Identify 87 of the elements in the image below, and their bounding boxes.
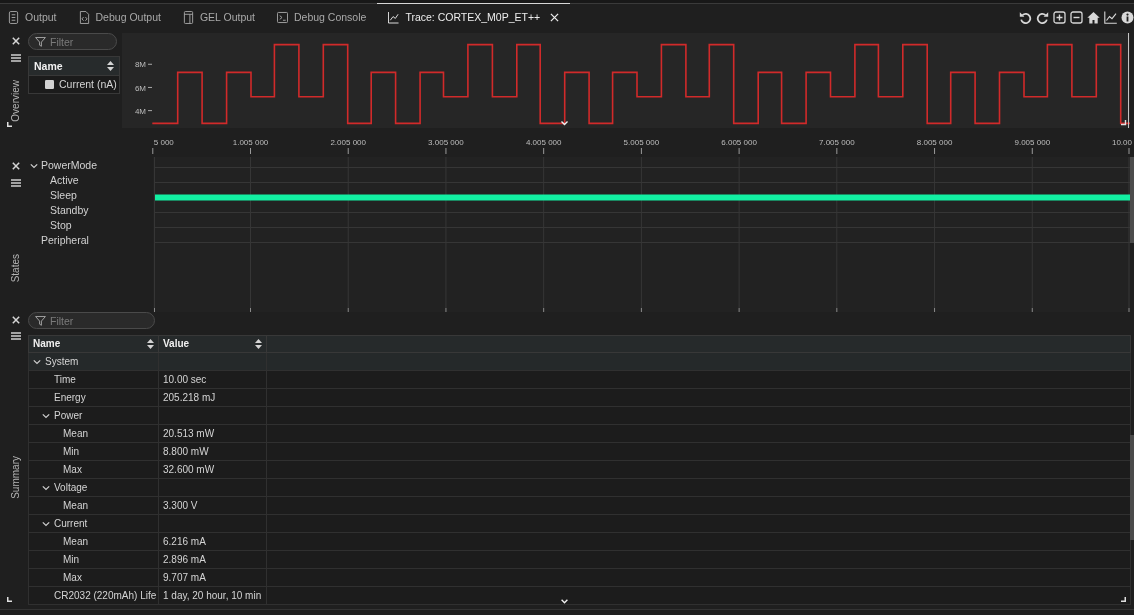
panel-title: Summary [9, 456, 22, 499]
tree-label: System [45, 355, 79, 368]
redo-icon[interactable] [1036, 11, 1049, 24]
tree-label: Energy [54, 391, 86, 404]
info-icon[interactable] [1121, 11, 1134, 24]
tab[interactable]: Trace: CORTEX_M0P_ET++ [377, 3, 571, 31]
axis-label: 8.005 000 [916, 138, 953, 147]
tab[interactable]: GEL Output [171, 3, 266, 31]
tree-label: Stop [50, 219, 72, 232]
close-icon[interactable] [550, 13, 560, 22]
close-icon[interactable] [11, 162, 20, 170]
menu-icon[interactable] [10, 332, 21, 340]
tree-label: CR2032 (220mAh) Life [54, 589, 157, 602]
axis-label: 4M [134, 106, 146, 116]
chevron-down-icon[interactable] [560, 120, 569, 126]
tree-label: Mean [63, 499, 88, 512]
range-marker[interactable] [1128, 32, 1129, 129]
tree-label: Max [63, 571, 82, 584]
axis-label: 4.005 000 [525, 138, 562, 147]
tab[interactable]: Debug Console [266, 3, 378, 31]
tree-label: Standby [50, 204, 89, 217]
axis-label: 10.00 [1111, 138, 1132, 147]
tree-label: Peripheral [41, 234, 89, 247]
tree-label: Active [50, 174, 79, 187]
document-icon [8, 11, 19, 24]
sort-icon[interactable] [147, 339, 154, 349]
home-icon[interactable] [1087, 11, 1100, 24]
axis-label: 7.005 000 [819, 138, 855, 147]
panel-title: Overview [9, 80, 22, 122]
axis-label: 5 000 [153, 138, 174, 147]
line-chart-icon[interactable] [1104, 11, 1117, 24]
corner-icon[interactable] [7, 597, 12, 602]
tree-label: Min [63, 445, 80, 458]
window-icon [182, 11, 194, 24]
axis-label: 5.005 000 [623, 138, 660, 147]
scrollbar[interactable] [1130, 435, 1134, 540]
axis-label: 6.005 000 [721, 138, 757, 147]
axis-label: 2.005 000 [330, 138, 366, 147]
minus-box-icon[interactable] [1070, 11, 1083, 24]
terminal-icon [277, 11, 288, 24]
chevron-down-icon[interactable] [33, 357, 41, 366]
filter-icon [35, 315, 46, 326]
axis-label: 8M [134, 60, 146, 70]
tree-label: Max [63, 463, 82, 476]
panel-title: States [9, 254, 22, 283]
tab[interactable]: Output [0, 3, 68, 31]
tab[interactable]: Debug Output [67, 3, 172, 31]
chevron-down-icon[interactable] [42, 411, 50, 420]
code-file-icon [78, 11, 90, 24]
chevron-down-icon[interactable] [42, 519, 50, 528]
undo-icon[interactable] [1019, 11, 1032, 24]
checkbox[interactable] [45, 80, 54, 89]
filter-field[interactable]: Filter [28, 33, 117, 50]
tree-label: PowerMode [41, 159, 98, 172]
chevron-down-icon[interactable] [42, 483, 50, 492]
sort-icon[interactable] [255, 339, 262, 349]
axis-label: 3.005 000 [428, 138, 464, 147]
corner-icon[interactable] [1120, 119, 1127, 126]
scrollbar[interactable] [1130, 157, 1134, 243]
tree-label: Current [54, 517, 88, 530]
tree-label: Sleep [50, 189, 77, 202]
plus-box-icon[interactable] [1053, 11, 1066, 24]
line-chart-icon [388, 11, 400, 24]
chevron-down-icon[interactable] [561, 599, 568, 604]
axis-label: 1.005 000 [232, 138, 269, 147]
column-header[interactable]: Name [29, 57, 119, 75]
corner-icon[interactable] [7, 121, 12, 127]
close-icon[interactable] [11, 37, 20, 45]
menu-icon[interactable] [10, 179, 21, 187]
series-label: Current (nA) [59, 78, 117, 91]
menu-icon[interactable] [10, 54, 21, 62]
filter-field[interactable]: Filter [28, 312, 155, 329]
axis-label: 9.005 000 [1014, 138, 1051, 147]
tree-label: Voltage [54, 481, 88, 494]
column-header[interactable]: Name [28, 335, 159, 353]
column-header[interactable]: Value [158, 335, 267, 353]
tree-label: Mean [63, 535, 88, 548]
close-icon[interactable] [11, 316, 20, 324]
axis-label: 6M [134, 83, 146, 93]
tree-label: Mean [63, 427, 88, 440]
tree-label: Power [54, 409, 83, 422]
tree-label: Min [63, 553, 80, 566]
sort-icon[interactable] [107, 61, 114, 71]
tree-label: Time [54, 373, 76, 386]
chevron-down-icon[interactable] [30, 161, 38, 170]
filter-icon [35, 36, 46, 47]
corner-icon[interactable] [1121, 597, 1126, 602]
